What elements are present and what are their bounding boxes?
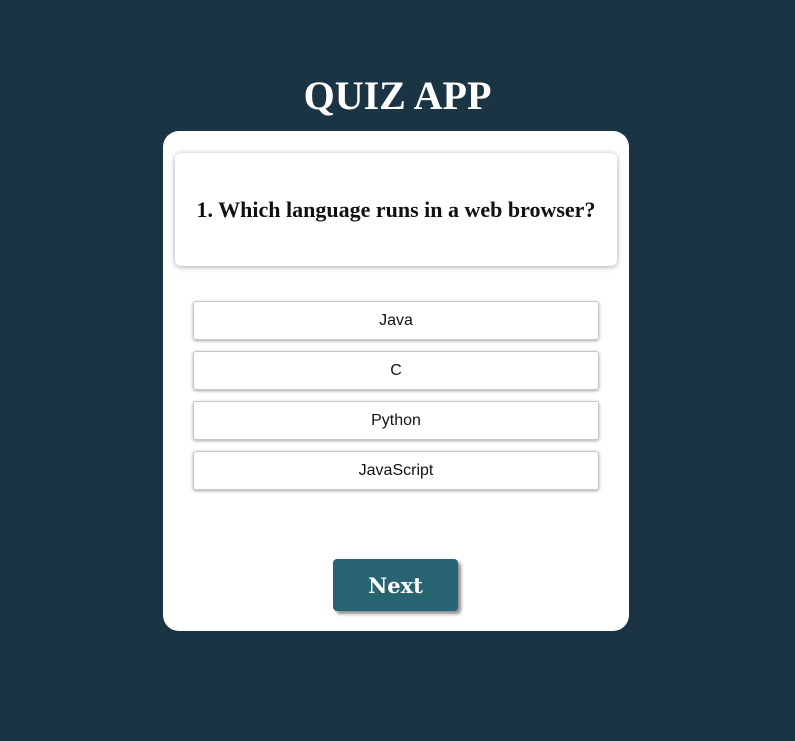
quiz-card: 1. Which language runs in a web browser?…: [163, 131, 629, 631]
option-c[interactable]: C: [193, 351, 599, 390]
question-box: 1. Which language runs in a web browser?: [175, 153, 617, 266]
option-python[interactable]: Python: [193, 401, 599, 440]
next-button[interactable]: Next: [333, 559, 458, 611]
option-javascript[interactable]: JavaScript: [193, 451, 599, 490]
option-java[interactable]: Java: [193, 301, 599, 340]
answer-options: Java C Python JavaScript: [193, 301, 599, 501]
app-title: QUIZ APP: [303, 73, 492, 118]
question-text: 1. Which language runs in a web browser?: [196, 196, 596, 222]
